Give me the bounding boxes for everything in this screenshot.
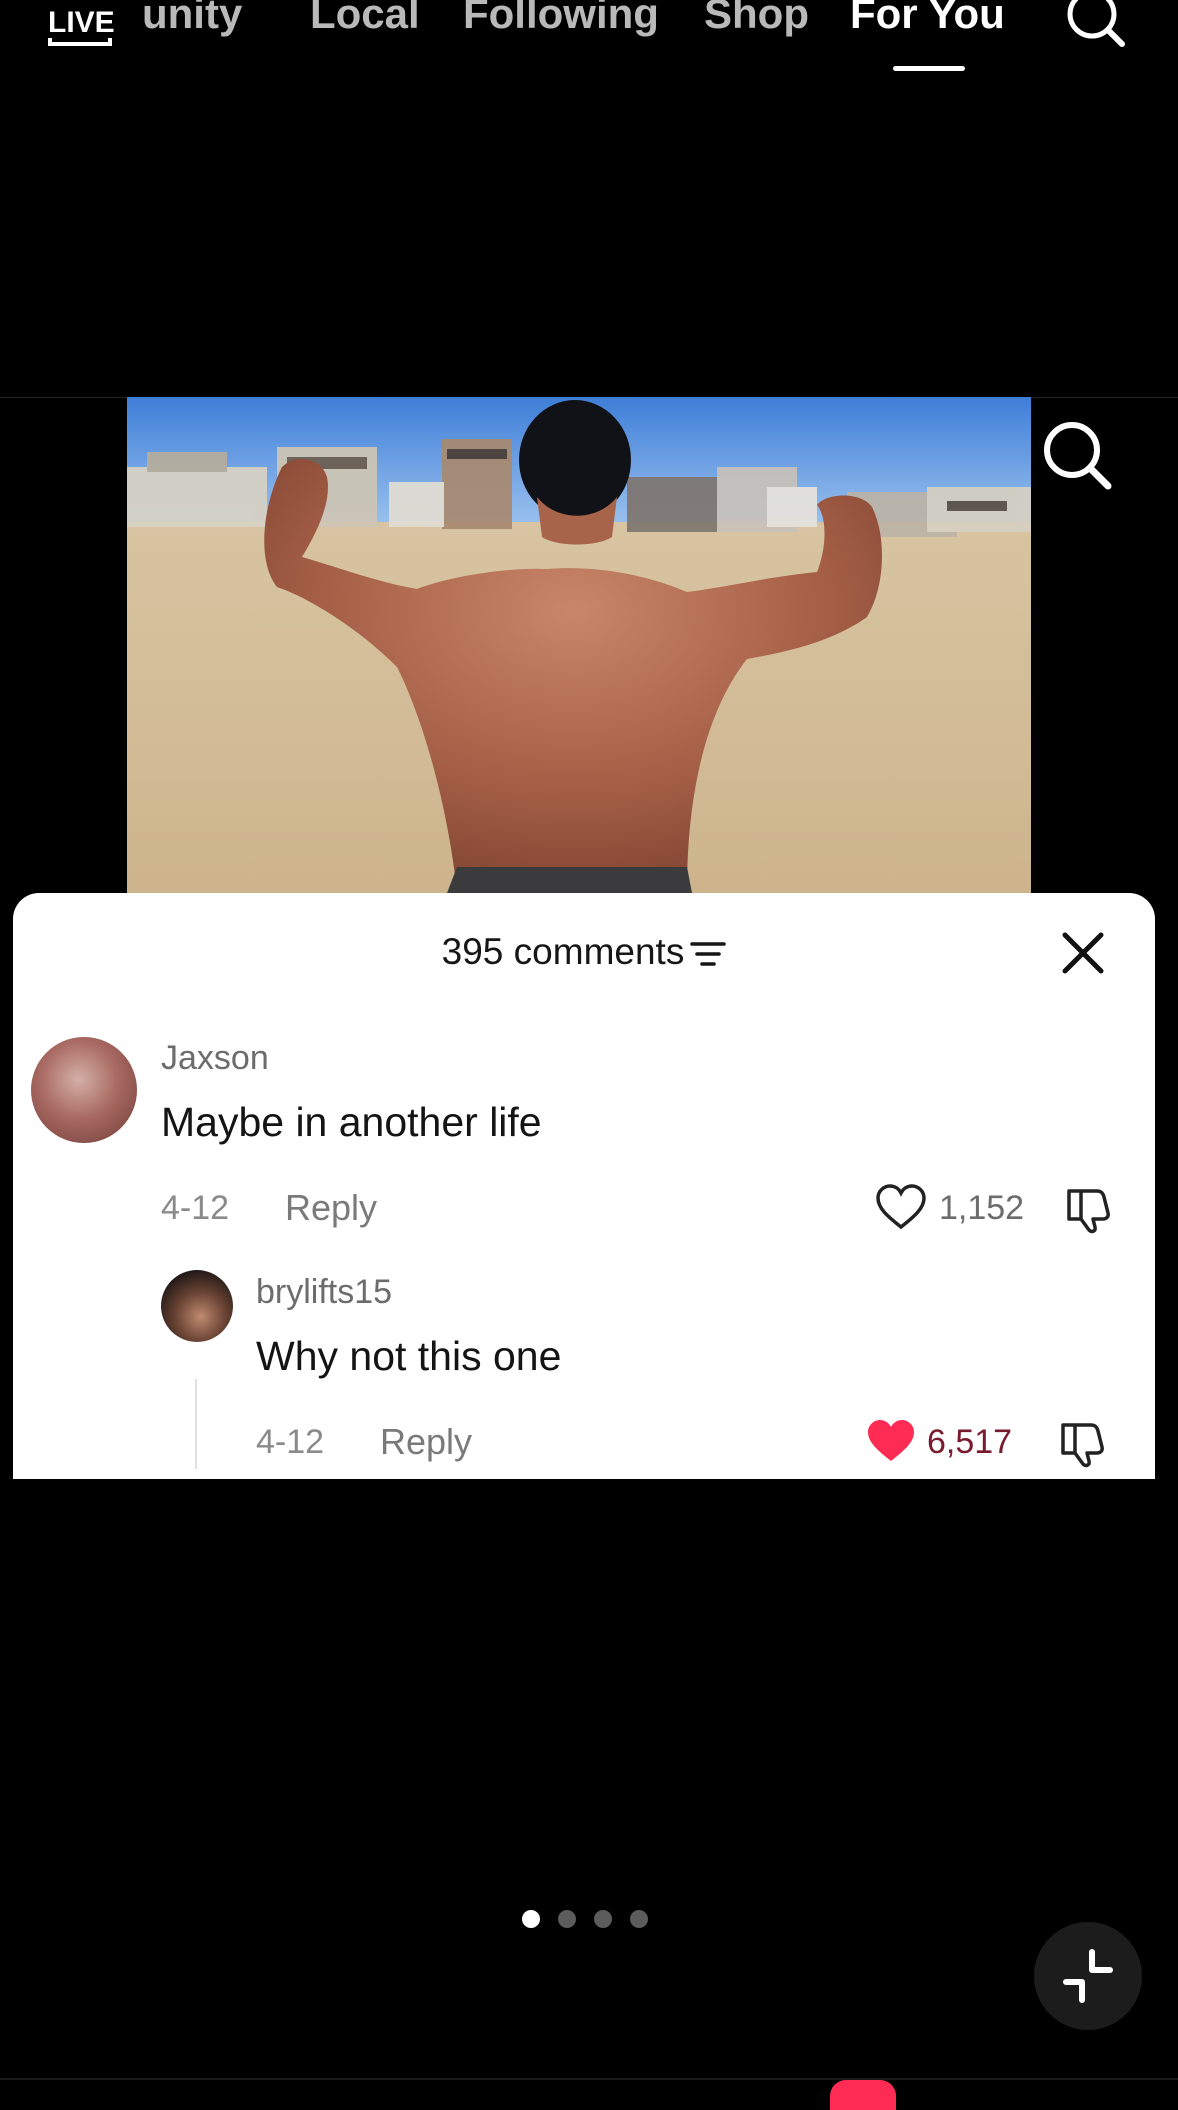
comment-username[interactable]: Jaxson [161, 1039, 269, 1078]
avatar[interactable] [31, 1037, 137, 1143]
minimize-icon [1063, 1949, 1113, 2003]
video-frame[interactable] [127, 397, 1031, 893]
comments-sheet: 395 comments Jaxson Maybe in another lif… [13, 893, 1155, 1479]
page-dot[interactable] [594, 1910, 612, 1928]
search-icon[interactable] [1060, 0, 1130, 50]
tab-for-you[interactable]: For You [850, 0, 1005, 38]
reply-button[interactable]: Reply [380, 1421, 472, 1463]
beach-photo [127, 397, 1031, 893]
svg-text:LIVE: LIVE [48, 6, 115, 39]
page-dot[interactable] [630, 1910, 648, 1928]
close-icon[interactable] [1061, 931, 1105, 975]
tab-community[interactable]: unity [142, 0, 242, 38]
comments-count: 395 comments [13, 931, 1155, 973]
minimize-button[interactable] [1034, 1922, 1142, 2030]
tab-following[interactable]: Following [463, 0, 659, 38]
tab-shop[interactable]: Shop [704, 0, 809, 38]
page-dot[interactable] [558, 1910, 576, 1928]
comment-text: Maybe in another life [161, 1099, 542, 1145]
comment-date: 4-12 [256, 1423, 325, 1461]
avatar[interactable] [161, 1270, 233, 1342]
live-icon[interactable]: LIVE [46, 0, 118, 48]
like-count: 6,517 [927, 1423, 1013, 1461]
comment-date: 4-12 [161, 1189, 230, 1227]
search-icon[interactable] [1040, 418, 1116, 494]
reply-button[interactable]: Reply [285, 1187, 377, 1229]
like-count: 1,152 [939, 1189, 1025, 1227]
comment-username[interactable]: brylifts15 [256, 1273, 392, 1312]
page-dot[interactable] [522, 1910, 540, 1928]
tab-local[interactable]: Local [310, 0, 420, 38]
reply-thread-line [195, 1379, 197, 1469]
comment-text: Why not this one [256, 1333, 562, 1379]
comments-count-label: 395 comments [441, 931, 685, 972]
dislike-icon[interactable] [1057, 1417, 1109, 1469]
bottom-nav-bar [0, 2078, 1178, 2098]
top-nav: LIVE unity Local Following Shop For You [0, 0, 1178, 80]
dislike-icon[interactable] [1063, 1183, 1115, 1235]
comments-header: 395 comments [13, 893, 1155, 993]
heart-icon[interactable] [875, 1183, 927, 1231]
filter-icon[interactable] [690, 939, 727, 969]
active-tab-indicator [893, 66, 965, 71]
heart-icon[interactable] [865, 1417, 917, 1465]
notification-badge[interactable] [830, 2080, 896, 2110]
